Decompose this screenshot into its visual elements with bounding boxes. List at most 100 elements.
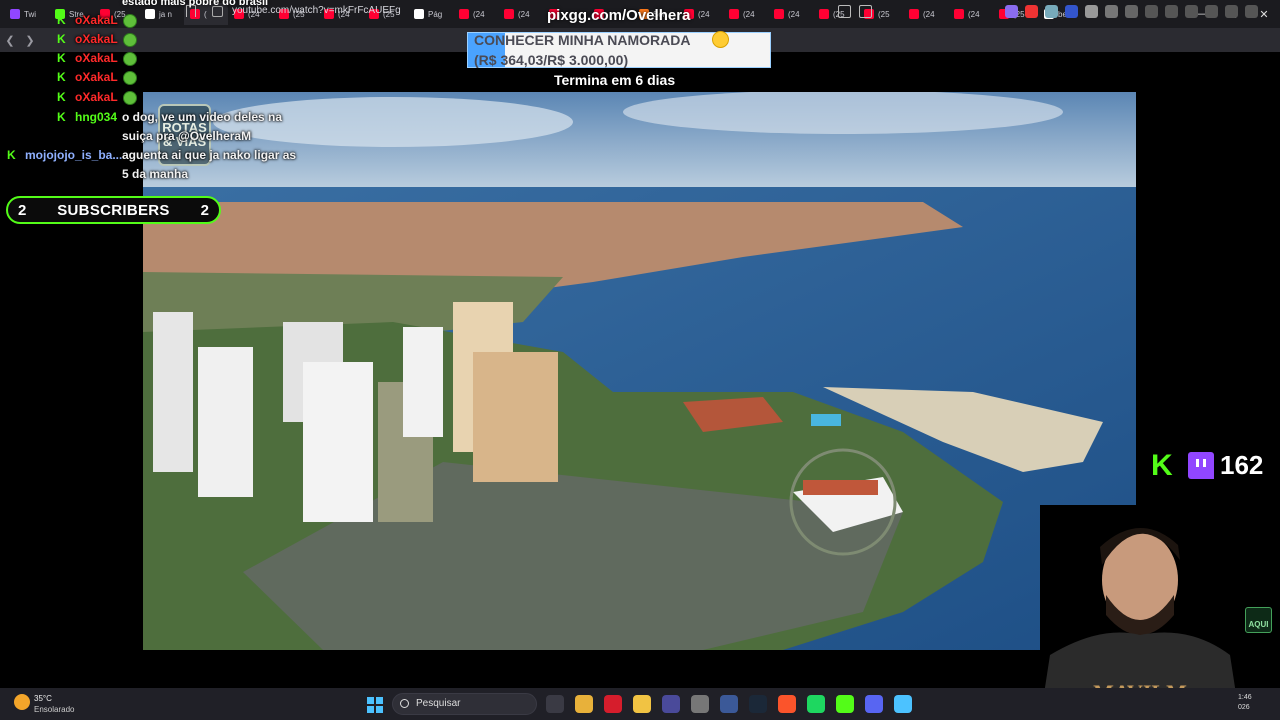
browser-tab-label: (25 [878,9,890,19]
browser-tab[interactable]: (24 [768,3,813,25]
kick-badge-icon: K [57,110,66,124]
taskbar-clock[interactable]: 1:46 026 [1238,693,1252,713]
chat-username[interactable]: oXakaL [75,90,118,104]
viewer-count: 162 [1220,450,1264,480]
browser-tab-label: ( [204,9,207,19]
browser-tab-label: Pág [428,9,443,19]
pix-url: pixgg.com/Ovelhera [547,7,691,24]
share-icon[interactable] [859,5,872,18]
menu-icon[interactable] [1245,5,1258,18]
donation-goal-amount: (R$ 364,03/R$ 3.000,00) [474,52,629,68]
extension-icon[interactable] [1105,5,1118,18]
discord-icon[interactable] [865,695,883,713]
browser-tab-label: (24 [473,9,485,19]
twitch-logo-icon [1188,452,1214,479]
kiss-emoji-icon [712,31,729,48]
browser-tab[interactable]: (24 [948,3,993,25]
youtube-icon [459,9,469,19]
clock-date: 026 [1238,704,1250,711]
taskbar-search[interactable] [392,693,537,715]
kick-logo-icon: K [1151,449,1173,482]
weather-sun-icon[interactable] [14,694,30,710]
browser-tab-label: (24 [788,9,800,19]
twitch-icon [10,9,20,19]
extension-icon[interactable] [1045,5,1058,18]
extension-icon[interactable] [1025,5,1038,18]
brave-icon[interactable] [778,695,796,713]
browser-tab[interactable]: (24 [498,3,543,25]
notepad-icon[interactable] [894,695,912,713]
browser-tab-label: (24 [968,9,980,19]
cast-icon[interactable] [838,5,851,18]
extension-icon[interactable] [1125,5,1138,18]
subscribers-label: SUBSCRIBERS [57,201,170,219]
chrome-icon[interactable] [575,695,593,713]
wallet-icon[interactable] [1185,5,1198,18]
frog-emote-icon [123,52,137,66]
youtube-icon [819,9,829,19]
browser-tab[interactable]: (24 [453,3,498,25]
browser-tab-label: ja n [159,9,172,19]
chat-username[interactable]: oXakaL [75,51,118,65]
chat-username[interactable]: oXakaL [75,70,118,84]
aqui-badge: AQUI [1245,607,1272,633]
chat-username[interactable]: mojojojo_is_ba... [25,148,122,162]
donation-goal-title: CONHECER MINHA NAMORADA [474,32,691,48]
kick-badge-icon: K [57,32,66,46]
subscribers-bar: 2 SUBSCRIBERS 2 [6,196,221,224]
sidebar-icon[interactable] [1165,5,1178,18]
browser-tab[interactable]: (24 [723,3,768,25]
app-icon[interactable] [720,695,738,713]
chat-message-text: o dog, ve um video deles na suiça pra @O… [122,110,283,143]
browser-tab-label: (24 [743,9,755,19]
leo-icon[interactable] [1205,5,1218,18]
browser-tab-label: Twi [24,9,36,19]
subscribers-right-count: 2 [200,201,209,219]
frog-emote-icon [123,33,137,47]
address-actions [838,5,872,18]
clock-time: 1:46 [1238,694,1252,701]
back-icon[interactable]: ❮ [0,34,20,47]
browser-tab[interactable]: (24 [903,3,948,25]
music-icon[interactable] [1145,5,1158,18]
kick-badge-icon: K [57,70,66,84]
kick-icon[interactable] [836,695,854,713]
youtube-icon [729,9,739,19]
frog-emote-icon [123,14,137,28]
opera-icon[interactable] [604,695,622,713]
search-icon [400,699,409,708]
forward-icon[interactable]: ❯ [20,34,40,47]
chat-username[interactable]: oXakaL [75,32,118,46]
chat-message-text: aguenta ai que ja nako ligar as 5 da man… [122,148,297,181]
windows-start-icon[interactable] [367,697,383,713]
top-chat-message: estado mais pobre do brasil [122,0,269,8]
steam-icon[interactable] [749,695,767,713]
youtube-icon [774,9,784,19]
extension-icon[interactable] [1085,5,1098,18]
task-view-icon[interactable] [546,695,564,713]
extension-icon[interactable] [1005,5,1018,18]
browser-tab-label: (24 [923,9,935,19]
frog-emote-icon [123,71,137,85]
taskbar-search-placeholder: Pesquisar [416,698,461,709]
chat-username[interactable]: oXakaL [75,13,118,27]
extension-icons [1005,5,1258,18]
x-icon [414,9,424,19]
chat-username[interactable]: hng034 [75,110,117,124]
weather-description[interactable]: Ensolarado [34,705,74,714]
browser-tab[interactable]: Pág [408,3,453,25]
subscribers-left-count: 2 [18,201,27,219]
settings-icon[interactable] [691,695,709,713]
vpn-icon[interactable] [1225,5,1238,18]
file-explorer-icon[interactable] [633,695,651,713]
weather-temperature[interactable]: 35°C [34,694,52,703]
spotify-icon[interactable] [807,695,825,713]
screen: Twi Stre (25 ja n((24 (25 (24 (25 Pág (24 (24 Sor(… [0,0,1280,720]
browser-tab[interactable]: Twi [4,3,49,25]
donation-goal-ends: Termina em 6 dias [554,72,676,88]
x-icon [145,9,155,19]
browser-tab-label: (24 [518,9,530,19]
kick-badge-icon: K [57,90,66,104]
extension-icon[interactable] [1065,5,1078,18]
app-icon[interactable] [662,695,680,713]
